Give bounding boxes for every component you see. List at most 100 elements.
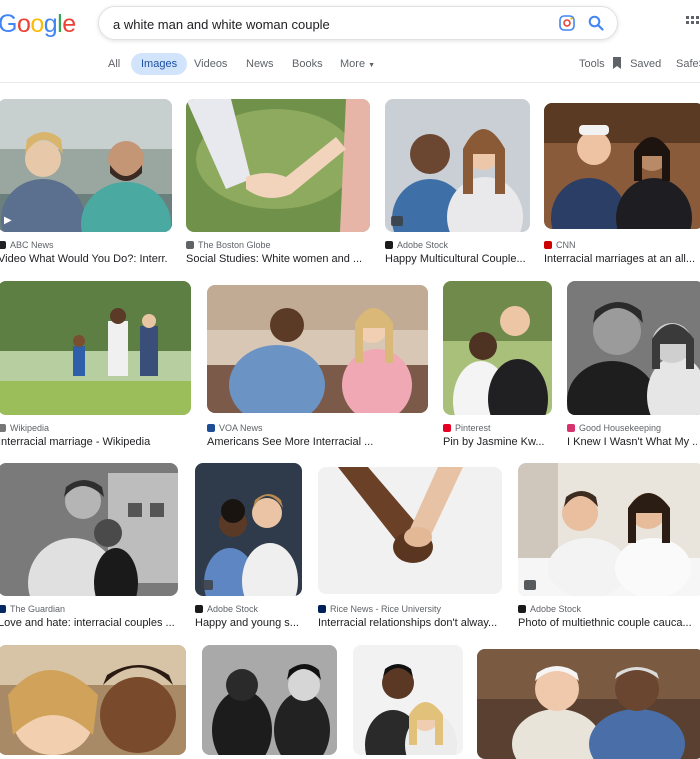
result-caption[interactable]: Happy and young s... (195, 617, 302, 629)
source-name: Adobe Stock (530, 604, 582, 614)
result-caption[interactable]: I Knew I Wasn't What My ... (567, 436, 697, 448)
image-result[interactable]: The Boston Globe Social Studies: White w… (186, 99, 370, 269)
google-logo[interactable]: Google (0, 10, 76, 39)
image-result[interactable]: Rice News - Rice University Interracial … (318, 467, 502, 633)
result-caption[interactable]: Love and hate: interracial couples ... (0, 617, 174, 629)
result-source: Pinterest (443, 423, 491, 433)
result-thumbnail[interactable] (0, 645, 186, 755)
result-source: Wikipedia (0, 423, 49, 433)
image-result[interactable]: Good Housekeeping I Knew I Wasn't What M… (567, 281, 700, 451)
image-result[interactable] (202, 645, 337, 755)
tab-books[interactable]: Books (292, 53, 323, 75)
source-name: Adobe Stock (397, 240, 449, 250)
result-thumbnail[interactable] (0, 463, 178, 596)
safesearch-button[interactable]: SafeS (676, 53, 700, 75)
favicon-icon (195, 605, 203, 613)
apps-grid-icon[interactable] (686, 16, 700, 30)
result-caption[interactable]: Social Studies: White women and ... (186, 253, 366, 265)
result-thumbnail[interactable] (202, 645, 337, 755)
result-caption[interactable]: Happy Multicultural Couple... (385, 253, 530, 265)
favicon-icon (0, 424, 6, 432)
favicon-icon (318, 605, 326, 613)
play-icon: ▶ (4, 215, 12, 226)
result-thumbnail[interactable] (195, 463, 302, 596)
favicon-icon (0, 241, 6, 249)
result-thumbnail[interactable]: ▶ (0, 99, 172, 232)
image-result[interactable]: CNN Interracial marriages at an all... (544, 103, 700, 269)
result-caption[interactable]: Pin by Jasmine Kw... (443, 436, 552, 448)
saved-button[interactable]: Saved (612, 53, 661, 75)
result-thumbnail[interactable] (477, 649, 700, 759)
image-result[interactable]: Adobe Stock Happy and young s... (195, 463, 302, 633)
image-result[interactable]: ▶ ABC News Video What Would You Do?: Int… (0, 99, 172, 269)
source-name: Rice News - Rice University (330, 604, 442, 614)
bookmark-icon (613, 57, 621, 69)
favicon-icon (518, 605, 526, 613)
more-label: More (340, 58, 366, 70)
source-name: VOA News (219, 423, 263, 433)
search-bar[interactable] (98, 6, 618, 40)
logo-letter: G (0, 10, 17, 38)
result-thumbnail[interactable] (186, 99, 370, 232)
result-caption[interactable]: Interracial relationships don't alway... (318, 617, 502, 629)
result-thumbnail[interactable] (385, 99, 530, 232)
result-thumbnail[interactable] (518, 463, 700, 596)
image-result[interactable] (0, 645, 186, 755)
result-thumbnail[interactable] (567, 281, 700, 415)
image-result[interactable]: Pinterest Pin by Jasmine Kw... (443, 281, 552, 451)
result-caption[interactable]: Interracial marriage - Wikipedia (0, 436, 188, 448)
image-badge-icon (524, 580, 536, 590)
source-name: Good Housekeeping (579, 423, 662, 433)
source-name: The Boston Globe (198, 240, 271, 250)
tab-all[interactable]: All (108, 53, 120, 75)
result-thumbnail[interactable] (207, 285, 428, 413)
image-result[interactable]: Adobe Stock Happy Multicultural Couple..… (385, 99, 530, 269)
result-source: CNN (544, 240, 576, 250)
image-result[interactable] (477, 649, 700, 759)
search-input[interactable] (113, 15, 533, 33)
source-name: CNN (556, 240, 576, 250)
image-result[interactable]: Wikipedia Interracial marriage - Wikiped… (0, 281, 191, 451)
google-lens-icon[interactable] (558, 14, 576, 32)
image-badge-icon (201, 580, 213, 590)
favicon-icon (207, 424, 215, 432)
result-caption[interactable]: Interracial marriages at an all... (544, 253, 696, 265)
result-source: Adobe Stock (195, 604, 258, 614)
search-icon[interactable] (587, 14, 605, 32)
source-name: Wikipedia (10, 423, 50, 433)
image-result[interactable] (353, 645, 463, 755)
image-result[interactable]: The Guardian Love and hate: interracial … (0, 463, 178, 633)
result-thumbnail[interactable] (443, 281, 552, 415)
favicon-icon (544, 241, 552, 249)
result-caption[interactable]: Photo of multiethnic couple cauca... (518, 617, 696, 629)
tab-images[interactable]: Images (131, 53, 188, 75)
result-caption[interactable]: Video What Would You Do?: Interr... (0, 253, 168, 265)
dropdown-arrow-icon: ▼ (368, 62, 376, 69)
tab-videos[interactable]: Videos (194, 53, 227, 75)
image-result[interactable]: VOA News Americans See More Interracial … (207, 285, 428, 451)
tab-more[interactable]: More ▼ (340, 53, 375, 75)
saved-label: Saved (630, 58, 662, 70)
result-source: Good Housekeeping (567, 423, 661, 433)
image-badge-icon (391, 216, 403, 226)
logo-letter: o (30, 10, 44, 38)
favicon-icon (186, 241, 194, 249)
favicon-icon (385, 241, 393, 249)
result-caption[interactable]: Americans See More Interracial ... (207, 436, 425, 448)
favicon-icon (567, 424, 575, 432)
result-thumbnail[interactable] (318, 467, 502, 594)
source-name: Pinterest (455, 423, 491, 433)
result-source: The Boston Globe (186, 240, 271, 250)
source-name: ABC News (10, 240, 54, 250)
source-name: The Guardian (10, 604, 66, 614)
logo-letter: g (43, 10, 58, 38)
tools-button[interactable]: Tools (579, 53, 605, 75)
image-result[interactable]: Adobe Stock Photo of multiethnic couple … (518, 463, 700, 633)
result-thumbnail[interactable] (0, 281, 191, 415)
result-thumbnail[interactable] (353, 645, 463, 755)
result-thumbnail[interactable] (544, 103, 700, 229)
result-source: The Guardian (0, 604, 65, 614)
logo-letter: e (62, 10, 76, 38)
result-source: Rice News - Rice University (318, 604, 441, 614)
tab-news[interactable]: News (246, 53, 274, 75)
